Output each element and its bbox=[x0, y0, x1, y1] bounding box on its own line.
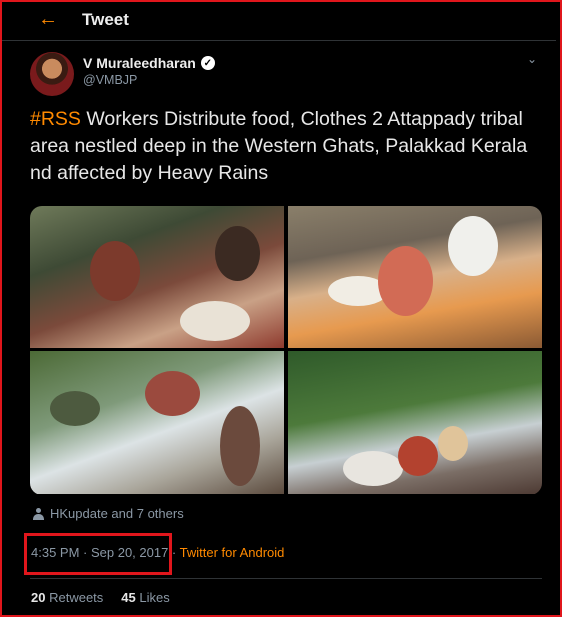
tweet-text: #RSS Workers Distribute food, Clothes 2 … bbox=[30, 106, 545, 187]
retweets-stat[interactable]: 20 Retweets bbox=[31, 590, 103, 605]
avatar[interactable] bbox=[30, 52, 74, 96]
author-handle[interactable]: @VMBJP bbox=[83, 73, 137, 87]
person-icon bbox=[33, 507, 44, 520]
photo-food-distribution[interactable] bbox=[30, 206, 284, 348]
divider bbox=[30, 578, 542, 579]
back-arrow-icon[interactable]: ← bbox=[38, 8, 58, 31]
retweets-count: 20 bbox=[31, 590, 46, 605]
likes-stat[interactable]: 45 Likes bbox=[121, 590, 169, 605]
retweets-label: Retweets bbox=[49, 590, 104, 605]
likes-count: 45 bbox=[121, 590, 136, 605]
photo-forest-stream[interactable] bbox=[288, 351, 542, 494]
retweeted-by[interactable]: HKupdate and 7 others bbox=[33, 506, 184, 521]
top-bar: ← Tweet bbox=[2, 2, 556, 41]
timestamp-highlight-box bbox=[24, 533, 172, 575]
photo-supplies-handover[interactable] bbox=[288, 206, 542, 348]
chevron-down-icon[interactable]: ⌄ bbox=[527, 52, 537, 66]
hashtag-link[interactable]: #RSS bbox=[30, 108, 81, 130]
author-name[interactable]: V Muraleedharan bbox=[83, 55, 196, 71]
author-name-row: V Muraleedharan ✓ bbox=[83, 55, 215, 71]
likes-label: Likes bbox=[139, 590, 170, 605]
tweet-media-grid bbox=[30, 206, 542, 495]
retweeted-by-text: HKupdate and 7 others bbox=[50, 506, 184, 521]
engagement-stats: 20 Retweets 45 Likes bbox=[31, 590, 170, 605]
source-app-link[interactable]: Twitter for Android bbox=[180, 545, 285, 560]
page-title: Tweet bbox=[82, 10, 129, 29]
tweet-body: Workers Distribute food, Clothes 2 Attap… bbox=[30, 108, 528, 184]
verified-badge-icon: ✓ bbox=[200, 56, 215, 70]
photo-river-crossing[interactable] bbox=[30, 351, 284, 494]
